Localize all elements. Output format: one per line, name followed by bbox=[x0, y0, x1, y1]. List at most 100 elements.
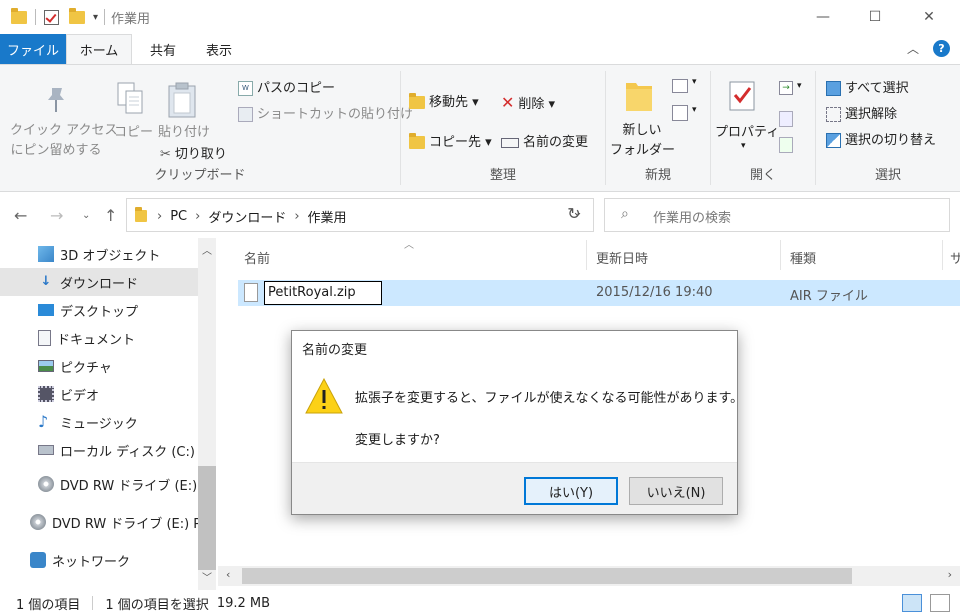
properties-dropdown-icon[interactable]: ▾ bbox=[741, 141, 746, 151]
help-icon[interactable]: ? bbox=[933, 40, 950, 57]
nav-item-dvd-drive[interactable]: DVD RW ドライブ (E:) P bbox=[0, 470, 198, 498]
ribbon: クイック アクセス にピン留めする コピー 貼り付け ✂ 切り取り W パスのコピー… bbox=[0, 64, 960, 192]
properties-icon[interactable] bbox=[44, 9, 59, 25]
copy-path-button[interactable]: W パスのコピー bbox=[238, 79, 335, 99]
move-to-icon bbox=[409, 93, 425, 109]
invert-selection-button[interactable]: 選択の切り替え bbox=[826, 131, 936, 151]
easy-access-icon[interactable] bbox=[672, 105, 688, 121]
new-folder-button[interactable]: 新しい フォルダー bbox=[610, 121, 676, 161]
select-group: すべて選択 選択解除 選択の切り替え 選択 bbox=[816, 71, 960, 189]
nav-item-label: ミュージック bbox=[60, 416, 138, 432]
title-bar: ▾ 作業用 — ☐ ✕ bbox=[0, 0, 960, 34]
new-item-icon[interactable] bbox=[672, 79, 688, 93]
breadcrumb-downloads[interactable]: ダウンロード bbox=[208, 207, 286, 226]
breadcrumb-work[interactable]: 作業用 bbox=[308, 207, 347, 226]
nav-item-downloads[interactable]: ↓ ダウンロード bbox=[0, 268, 198, 296]
large-icons-view-icon[interactable] bbox=[930, 594, 950, 612]
forward-button[interactable]: → bbox=[50, 206, 63, 225]
scroll-up-icon[interactable]: ︿ bbox=[202, 242, 212, 257]
up-button[interactable]: ↑ bbox=[104, 206, 117, 225]
paste-shortcut-button[interactable]: ショートカットの貼り付け bbox=[238, 105, 413, 125]
delete-button[interactable]: ✕ 削除 ▾ bbox=[501, 93, 555, 115]
nav-item-network[interactable]: ネットワーク bbox=[0, 546, 198, 574]
tab-view[interactable]: 表示 bbox=[194, 34, 244, 64]
dvd-icon bbox=[38, 476, 54, 492]
rename-icon bbox=[501, 137, 519, 148]
yes-button[interactable]: はい(Y) bbox=[524, 477, 618, 505]
tab-file[interactable]: ファイル bbox=[0, 34, 66, 64]
nav-item-local-disk[interactable]: ローカル ディスク (C:) bbox=[0, 436, 198, 464]
select-all-icon bbox=[826, 81, 841, 96]
column-header-type[interactable]: 種類 bbox=[790, 248, 816, 267]
folder-icon bbox=[11, 7, 27, 24]
divider bbox=[586, 240, 587, 270]
pin-quick-access-button[interactable]: クイック アクセス にピン留めする bbox=[10, 121, 118, 161]
search-input[interactable]: ⌕ 作業用の検索 bbox=[604, 198, 950, 232]
nav-item-desktop[interactable]: デスクトップ bbox=[0, 296, 198, 324]
close-button[interactable]: ✕ bbox=[906, 0, 952, 34]
column-header-name[interactable]: 名前 bbox=[244, 248, 270, 267]
properties-button[interactable]: プロパティ bbox=[715, 123, 779, 143]
select-none-button[interactable]: 選択解除 bbox=[826, 105, 897, 125]
column-header-modified[interactable]: 更新日時 bbox=[596, 248, 648, 267]
pin-icon bbox=[48, 88, 64, 112]
scroll-right-icon[interactable]: › bbox=[948, 568, 952, 581]
history-icon[interactable] bbox=[779, 137, 793, 153]
copy-to-button[interactable]: コピー先 ▾ bbox=[409, 133, 492, 153]
no-button[interactable]: いいえ(N) bbox=[629, 477, 723, 505]
pin-label-1: クイック アクセス bbox=[10, 123, 118, 138]
scroll-left-icon[interactable]: ‹ bbox=[226, 568, 230, 581]
folder-icon bbox=[135, 207, 147, 222]
document-icon bbox=[38, 330, 51, 346]
nav-scroll-thumb[interactable] bbox=[198, 466, 216, 570]
tab-home[interactable]: ホーム bbox=[66, 34, 132, 64]
move-to-button[interactable]: 移動先 ▾ bbox=[409, 93, 479, 113]
nav-item-label: ドキュメント bbox=[57, 332, 136, 348]
nav-item-dvd-drive-root[interactable]: DVD RW ドライブ (E:) Pe bbox=[0, 508, 218, 536]
address-bar[interactable]: › PC › ダウンロード › 作業用 ⌄ bbox=[126, 198, 594, 232]
new-item-dropdown-icon[interactable]: ▾ bbox=[692, 77, 697, 87]
edit-icon[interactable] bbox=[779, 111, 793, 127]
easy-access-dropdown-icon[interactable]: ▾ bbox=[692, 105, 697, 115]
copy-path-label: パスのコピー bbox=[257, 81, 336, 96]
nav-item-music[interactable]: ♪ ミュージック bbox=[0, 408, 198, 436]
new-folder-large-icon bbox=[626, 83, 652, 111]
recent-locations-icon[interactable]: ⌄ bbox=[82, 210, 90, 221]
nav-item-documents[interactable]: ドキュメント bbox=[0, 324, 198, 352]
new-folder-icon[interactable] bbox=[69, 7, 85, 24]
back-button[interactable]: ← bbox=[14, 206, 27, 225]
minimize-button[interactable]: — bbox=[800, 0, 846, 34]
dialog-message: 拡張子を変更すると、ファイルが使えなくなる可能性があります。 bbox=[355, 391, 744, 406]
nav-item-3d-objects[interactable]: 3D オブジェクト bbox=[0, 240, 198, 268]
nav-item-videos[interactable]: ビデオ bbox=[0, 380, 198, 408]
maximize-button[interactable]: ☐ bbox=[852, 0, 898, 34]
rename-input[interactable]: PetitRoyal.zip bbox=[264, 281, 382, 305]
pin-label-2: にピン留めする bbox=[10, 143, 102, 158]
properties-large-icon bbox=[729, 81, 755, 111]
open-dropdown-icon[interactable]: ▾ bbox=[797, 81, 802, 91]
tab-share[interactable]: 共有 bbox=[132, 34, 194, 64]
rename-button[interactable]: 名前の変更 bbox=[501, 133, 588, 153]
details-view-icon[interactable] bbox=[902, 594, 922, 612]
new-folder-label-2: フォルダー bbox=[610, 143, 676, 158]
cut-button[interactable]: ✂ 切り取り bbox=[160, 145, 227, 165]
scroll-down-icon[interactable]: ﹀ bbox=[202, 569, 212, 584]
refresh-button[interactable]: ↻ bbox=[564, 204, 584, 223]
nav-item-pictures[interactable]: ピクチャ bbox=[0, 352, 198, 380]
window-title: 作業用 bbox=[111, 11, 151, 27]
qat-dropdown-icon[interactable]: ▾ bbox=[93, 12, 98, 23]
divider bbox=[35, 9, 36, 25]
scissors-icon: ✂ bbox=[160, 147, 171, 162]
download-icon: ↓ bbox=[40, 274, 52, 289]
select-all-button[interactable]: すべて選択 bbox=[826, 79, 909, 99]
copy-button[interactable]: コピー bbox=[114, 123, 153, 143]
paste-button[interactable]: 貼り付け bbox=[158, 123, 210, 143]
nav-item-label: ネットワーク bbox=[52, 554, 131, 570]
column-header-size[interactable]: サ bbox=[950, 248, 960, 267]
open-icon[interactable]: → bbox=[779, 81, 793, 95]
collapse-ribbon-icon[interactable]: ︿ bbox=[907, 40, 919, 57]
select-group-label: 選択 bbox=[874, 168, 901, 183]
breadcrumb-pc[interactable]: PC bbox=[170, 209, 187, 224]
horizontal-scroll-thumb[interactable] bbox=[242, 568, 852, 584]
divider bbox=[104, 9, 106, 25]
